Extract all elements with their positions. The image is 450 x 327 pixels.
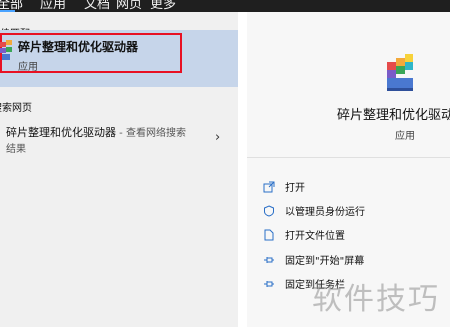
- best-match-result[interactable]: 碎片整理和优化驱动器 应用: [0, 30, 238, 87]
- open-icon: [263, 178, 275, 197]
- defrag-app-icon: [0, 38, 14, 68]
- web-result-line2: 结果: [6, 144, 26, 155]
- detail-subtitle: 应用: [395, 131, 415, 142]
- pin-icon: [263, 251, 275, 270]
- tab-apps[interactable]: 应用: [40, 0, 66, 12]
- web-result-name: 碎片整理和优化驱动器: [6, 126, 116, 139]
- web-result-suffix: - 查看网络搜索: [116, 128, 186, 139]
- web-search-result[interactable]: 碎片整理和优化驱动器 - 查看网络搜索 结果 ›: [0, 117, 238, 159]
- shield-admin-icon: [263, 202, 275, 221]
- result-name: 碎片整理和优化驱动器: [18, 40, 139, 54]
- defrag-app-large-icon: [383, 52, 419, 98]
- file-location-icon: [263, 226, 275, 245]
- tab-documents[interactable]: 文档: [84, 0, 110, 12]
- detail-title: 碎片整理和优化驱动器: [337, 108, 450, 123]
- chevron-right-icon[interactable]: ›: [215, 130, 220, 145]
- web-search-heading: 搜索网页: [0, 103, 32, 114]
- tab-more[interactable]: 更多: [150, 0, 176, 12]
- result-type: 应用: [18, 62, 38, 73]
- tab-web[interactable]: 网页: [116, 0, 142, 12]
- watermark-text: 软件技巧: [312, 282, 440, 317]
- search-scope-tabs: 全部 应用 文档 网页 更多: [0, 0, 450, 12]
- pin-icon: [263, 275, 275, 294]
